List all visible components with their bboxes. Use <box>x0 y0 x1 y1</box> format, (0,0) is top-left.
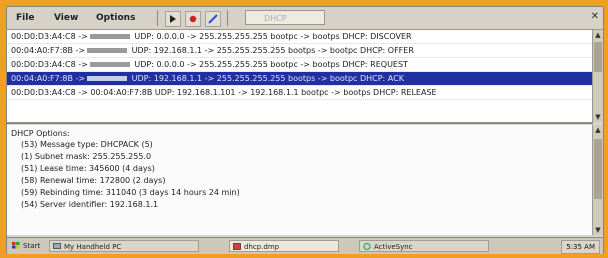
task-label: My Handheld PC <box>64 243 122 251</box>
task-label: dhcp.dmp <box>244 243 280 251</box>
scroll-up-icon[interactable]: ▲ <box>593 30 603 40</box>
task-activesync[interactable]: ActiveSync <box>359 240 489 252</box>
redacted-mark <box>87 76 128 81</box>
packet-source: 00:04:A0:F7:8B -> <box>11 46 86 55</box>
option-line: (51) Lease time: 345600 (4 days) <box>21 164 155 173</box>
task-my-handheld-pc[interactable]: My Handheld PC <box>49 240 199 252</box>
packet-summary: UDP: 192.168.1.1 -> 255.255.255.255 boot… <box>131 74 404 83</box>
play-icon <box>170 15 176 23</box>
start-label: Start <box>23 242 41 250</box>
system-clock: 5:35 AM <box>561 240 600 254</box>
scroll-thumb[interactable] <box>594 42 602 72</box>
task-label: ActiveSync <box>374 243 413 251</box>
menu-view[interactable]: View <box>51 12 81 24</box>
windows-logo-icon <box>12 242 20 249</box>
packet-list[interactable]: 00:D0:D3:A4:C8 -> UDP: 0.0.0.0 -> 255.25… <box>7 30 593 124</box>
option-line: (54) Server identifier: 192.168.1.1 <box>21 200 159 209</box>
menu-options[interactable]: Options <box>93 12 138 24</box>
redacted-mark <box>89 62 130 67</box>
edit-button[interactable] <box>205 11 221 27</box>
packet-source: 00:D0:D3:A4:C8 -> 00:04:A0:F7:8B <box>11 88 153 97</box>
scroll-thumb[interactable] <box>594 139 602 199</box>
option-line: (58) Renewal time: 172800 (2 days) <box>21 176 166 185</box>
taskbar: Start My Handheld PC dhcp.dmp ActiveSync… <box>7 237 603 254</box>
packet-list-scrollbar[interactable]: ▲ ▼ <box>592 30 603 122</box>
record-icon <box>189 15 197 23</box>
packet-row[interactable]: 00:D0:D3:A4:C8 -> UDP: 0.0.0.0 -> 255.25… <box>7 58 593 72</box>
option-line: (53) Message type: DHCPACK (5) <box>21 140 153 149</box>
packet-summary: UDP: 192.168.1.1 -> 255.255.255.255 boot… <box>131 46 414 55</box>
option-line: (1) Subnet mask: 255.255.255.0 <box>21 152 152 161</box>
details-pane[interactable]: DHCP Options: (53) Message type: DHCPACK… <box>7 125 593 235</box>
app-icon <box>233 243 241 250</box>
toolbar: File View Options DHCP ✕ <box>7 7 603 30</box>
scroll-down-icon[interactable]: ▼ <box>593 225 603 235</box>
menu-file[interactable]: File <box>13 12 37 24</box>
filter-input[interactable]: DHCP <box>245 10 325 25</box>
packet-row[interactable]: 00:04:A0:F7:8B -> UDP: 192.168.1.1 -> 25… <box>7 44 593 58</box>
packet-row[interactable]: 00:D0:D3:A4:C8 -> 00:04:A0:F7:8B UDP: 19… <box>7 86 593 100</box>
packet-summary: UDP: 192.168.1.101 -> 192.168.1.1 bootpc… <box>154 88 437 97</box>
toolbar-separator <box>157 10 158 26</box>
play-button[interactable] <box>165 11 181 27</box>
packet-source: 00:D0:D3:A4:C8 -> <box>11 60 88 69</box>
record-button[interactable] <box>185 11 201 27</box>
task-dhcp-dmp[interactable]: dhcp.dmp <box>229 240 339 252</box>
computer-icon <box>53 243 61 249</box>
start-button[interactable]: Start <box>9 240 45 252</box>
app-window: File View Options DHCP ✕ 00:D0:D3:A4:C8 … <box>6 6 604 254</box>
packet-summary: UDP: 0.0.0.0 -> 255.255.255.255 bootpc -… <box>134 60 408 69</box>
details-header: DHCP Options: <box>11 129 70 138</box>
packet-row[interactable]: 00:D0:D3:A4:C8 -> UDP: 0.0.0.0 -> 255.25… <box>7 30 593 44</box>
details-scrollbar[interactable]: ▲ ▼ <box>592 125 603 235</box>
close-icon[interactable]: ✕ <box>591 11 599 22</box>
toolbar-separator <box>227 10 228 26</box>
redacted-mark <box>89 34 130 39</box>
packet-summary: UDP: 0.0.0.0 -> 255.255.255.255 bootpc -… <box>134 32 412 41</box>
pencil-icon <box>208 14 218 24</box>
packet-source: 00:D0:D3:A4:C8 -> <box>11 32 88 41</box>
packet-row-selected[interactable]: 00:04:A0:F7:8B -> UDP: 192.168.1.1 -> 25… <box>7 72 593 86</box>
scroll-down-icon[interactable]: ▼ <box>593 112 603 122</box>
scroll-up-icon[interactable]: ▲ <box>593 125 603 135</box>
redacted-mark <box>87 48 128 53</box>
packet-source: 00:04:A0:F7:8B -> <box>11 74 86 83</box>
sync-icon <box>363 243 371 250</box>
option-line: (59) Rebinding time: 311040 (3 days 14 h… <box>21 188 240 197</box>
